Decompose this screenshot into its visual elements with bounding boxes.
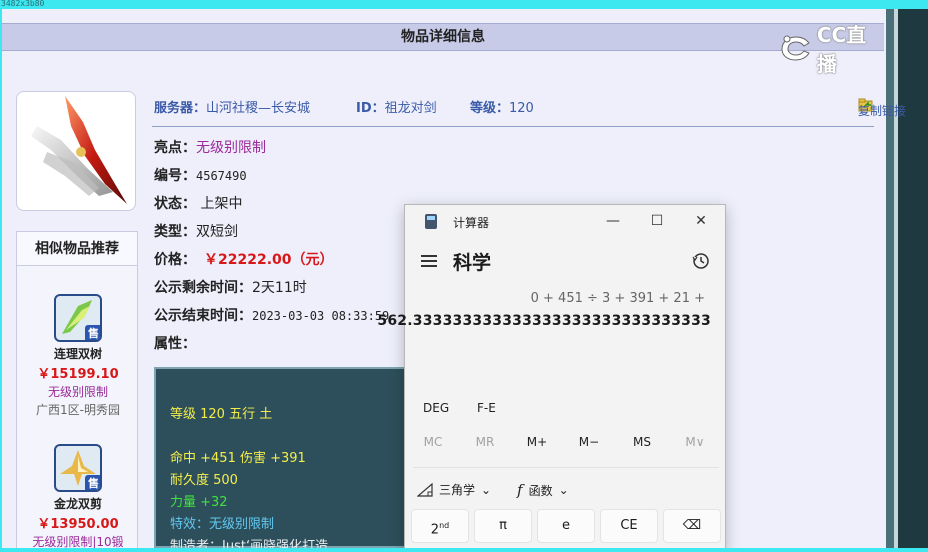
- field-remaining-time: 公示剩余时间：2天11时: [154, 280, 307, 296]
- maximize-button[interactable]: ☐: [647, 211, 667, 231]
- top-bar-text: 3482x3b80: [1, 0, 45, 8]
- item-info-row: 服务器：山河社稷—长安城 ID：祖龙对剑 等级：120 复制链接: [152, 93, 906, 127]
- second-key[interactable]: 2nd: [411, 509, 469, 543]
- similar-item[interactable]: 售 连理双树 ￥15199.10 无级别限制 广西1区-明秀园: [17, 294, 139, 418]
- level-info: 等级：120: [470, 101, 534, 116]
- keypad: 2nd π e CE ⌫: [411, 509, 723, 552]
- triangle-icon: [417, 482, 433, 497]
- item-image: [16, 91, 136, 211]
- close-button[interactable]: ✕: [691, 211, 711, 231]
- calculator-mode-row: 科学: [405, 245, 725, 279]
- similar-items-panel: 相似物品推荐 售 连理双树 ￥15199.10 无级别限制 广西1区-明秀园 售…: [16, 231, 138, 551]
- angle-row: DEG F-E: [405, 401, 725, 421]
- function-row: 三角学 ⌄ 𝑓 函数 ⌄: [405, 479, 725, 501]
- clear-entry-key[interactable]: CE: [600, 509, 658, 543]
- calculator-window: 计算器 — ☐ ✕ 科学 0 + 451 ÷ 3 + 391 + 21 + 56…: [377, 204, 726, 552]
- cc-live-logo: CC直播: [778, 23, 886, 76]
- mc-button[interactable]: MC: [407, 435, 459, 449]
- similar-item-server: 广西1区-明秀园: [36, 403, 120, 417]
- server-info: 服务器：山河社稷—长安城: [154, 101, 311, 116]
- calculator-title: 计算器: [453, 216, 490, 230]
- functions-dropdown[interactable]: 𝑓 函数 ⌄: [517, 481, 569, 499]
- sale-badge: 售: [85, 325, 100, 340]
- field-type: 类型：双短剑: [154, 224, 238, 240]
- fe-button[interactable]: F-E: [477, 401, 496, 415]
- pi-key[interactable]: π: [474, 509, 532, 543]
- field-attributes: 属性：: [154, 336, 196, 352]
- attr-strength: 力量 +32: [170, 495, 228, 510]
- calculator-expression: 0 + 451 ÷ 3 + 391 + 21 +: [530, 291, 705, 306]
- field-price: 价格： ￥22222.00（元）: [154, 252, 334, 268]
- field-status: 状态： 上架中: [154, 196, 243, 212]
- similar-item-price: ￥15199.10: [37, 367, 119, 382]
- calculator-app-icon: [425, 214, 437, 229]
- attr-special: 特效：无级别限制: [170, 517, 275, 532]
- id-info: ID：祖龙对剑: [356, 101, 437, 116]
- bottom-border-bar: [0, 548, 928, 552]
- sale-badge: 售: [85, 475, 100, 490]
- similar-item-name: 金龙双剪: [53, 497, 102, 511]
- calculator-result: 562.333333333333333333333333333333: [377, 313, 711, 329]
- e-key[interactable]: e: [537, 509, 595, 543]
- history-icon[interactable]: [691, 251, 711, 271]
- attribute-box: 等级 120 五行 土 命中 +451 伤害 +391 耐久度 500 力量 +…: [154, 367, 414, 552]
- calculator-mode-title: 科学: [453, 252, 492, 274]
- cc-logo-text: CC直播: [816, 23, 867, 76]
- similar-item-tag: 无级别限制: [47, 385, 108, 399]
- m-plus-button[interactable]: M+: [511, 435, 563, 449]
- item-icon: 售: [54, 444, 102, 492]
- backspace-key[interactable]: ⌫: [663, 509, 721, 543]
- deg-button[interactable]: DEG: [423, 401, 449, 415]
- memory-list-button[interactable]: M∨: [669, 435, 721, 449]
- trigonometry-dropdown[interactable]: 三角学 ⌄: [417, 481, 491, 498]
- similar-items-title: 相似物品推荐: [17, 232, 137, 266]
- cc-logo-icon: [781, 35, 810, 61]
- divider: [413, 467, 719, 468]
- ms-button[interactable]: MS: [616, 435, 668, 449]
- attr-durability: 耐久度 500: [170, 473, 238, 488]
- mr-button[interactable]: MR: [459, 435, 511, 449]
- copy-link-button[interactable]: 复制链接: [858, 98, 906, 118]
- menu-icon[interactable]: [421, 255, 437, 267]
- similar-item[interactable]: 售 金龙双剪 ￥13950.00 无级别限制|10锻: [17, 444, 139, 550]
- similar-item-name: 连理双树: [53, 347, 102, 361]
- similar-item-price: ￥13950.00: [37, 517, 119, 532]
- item-icon: 售: [54, 294, 102, 342]
- right-side-panel: [886, 9, 928, 552]
- attr-level: 等级 120 五行 土: [170, 407, 273, 422]
- trigonometry-label: 三角学: [439, 483, 476, 497]
- chevron-down-icon: ⌄: [558, 483, 569, 497]
- copy-link-label: 复制链接: [858, 104, 907, 118]
- field-end-time: 公示结束时间：2023-03-03 08:33:59: [154, 308, 390, 324]
- functions-label: 函数: [528, 483, 553, 498]
- page-title: 物品详细信息: [2, 23, 884, 51]
- attr-hit-damage: 命中 +451 伤害 +391: [170, 451, 306, 466]
- m-minus-button[interactable]: M−: [563, 435, 615, 449]
- function-icon: 𝑓: [517, 481, 523, 499]
- minimize-button[interactable]: —: [603, 211, 623, 231]
- memory-row: MC MR M+ M− MS M∨: [405, 435, 725, 455]
- field-highlight: 亮点：无级别限制: [154, 140, 266, 156]
- calculator-titlebar[interactable]: 计算器 — ☐ ✕: [405, 205, 725, 237]
- field-number: 编号：4567490: [154, 168, 247, 184]
- top-border-bar: 3482x3b80: [0, 0, 928, 9]
- chevron-down-icon: ⌄: [481, 482, 492, 497]
